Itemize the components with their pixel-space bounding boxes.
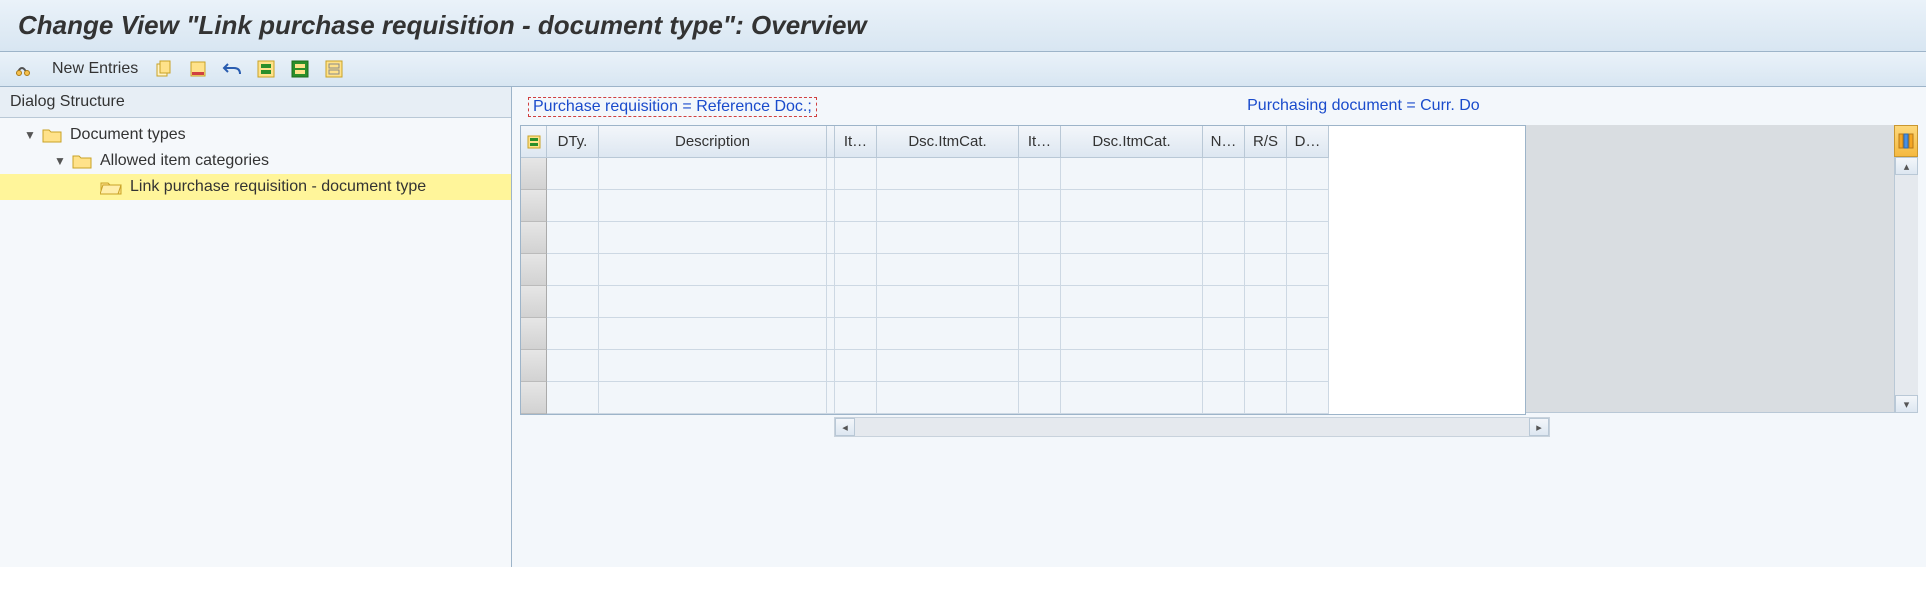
row-selector[interactable] — [521, 222, 547, 254]
change-icon[interactable] — [14, 58, 38, 80]
configure-columns-icon[interactable] — [1894, 125, 1918, 157]
sidebar: Dialog Structure ▼ Document types ▼ Allo… — [0, 87, 512, 567]
row-selector[interactable] — [521, 158, 547, 190]
tree-node-link-purchase-requisition[interactable]: Link purchase requisition - document typ… — [0, 174, 511, 200]
title-bar: Change View "Link purchase requisition -… — [0, 0, 1926, 52]
page-title: Change View "Link purchase requisition -… — [18, 10, 1908, 41]
col-rs[interactable]: R/S — [1245, 126, 1287, 158]
scroll-down-icon[interactable]: ▾ — [1895, 395, 1918, 413]
select-block-icon[interactable] — [288, 58, 312, 80]
row-selector[interactable] — [521, 190, 547, 222]
reference-doc-label: Purchase requisition = Reference Doc.; — [528, 97, 817, 117]
row-selector[interactable] — [521, 350, 547, 382]
delete-icon[interactable] — [186, 58, 210, 80]
col-description[interactable]: Description — [599, 126, 827, 158]
row-selector[interactable] — [521, 254, 547, 286]
col-dsc-itmcat-1[interactable]: Dsc.ItmCat. — [877, 126, 1019, 158]
scroll-left-icon[interactable]: ◂ — [835, 418, 855, 436]
grid-dead-space — [1526, 125, 1894, 413]
row-selector[interactable] — [521, 382, 547, 414]
table-row[interactable] — [521, 222, 1525, 254]
col-dsc-itmcat-2[interactable]: Dsc.ItmCat. — [1061, 126, 1203, 158]
new-entries-button[interactable]: New Entries — [48, 60, 142, 78]
folder-icon — [72, 153, 92, 169]
table-row[interactable] — [521, 254, 1525, 286]
col-d[interactable]: D… — [1287, 126, 1329, 158]
folder-icon — [42, 127, 62, 143]
vertical-scrollbar[interactable]: ▴ ▾ — [1894, 157, 1918, 413]
tree-label: Document types — [70, 126, 186, 144]
col-itmcat-2[interactable]: It… — [1019, 126, 1061, 158]
select-all-header-icon[interactable] — [521, 126, 547, 158]
content-area: Purchase requisition = Reference Doc.; P… — [512, 87, 1926, 567]
table-row[interactable] — [521, 350, 1525, 382]
grid-body — [521, 158, 1525, 414]
open-folder-icon — [100, 179, 122, 195]
grid-header-labels: Purchase requisition = Reference Doc.; P… — [520, 93, 1918, 125]
row-selector[interactable] — [521, 318, 547, 350]
sidebar-header: Dialog Structure — [0, 87, 511, 118]
col-itmcat-1[interactable]: It… — [835, 126, 877, 158]
scroll-track[interactable] — [1895, 175, 1918, 395]
toolbar: New Entries — [0, 52, 1926, 87]
scroll-up-icon[interactable]: ▴ — [1895, 157, 1918, 175]
undo-icon[interactable] — [220, 58, 244, 80]
table-row[interactable] — [521, 158, 1525, 190]
row-selector[interactable] — [521, 286, 547, 318]
copy-icon[interactable] — [152, 58, 176, 80]
select-all-icon[interactable] — [254, 58, 278, 80]
col-dty[interactable]: DTy. — [547, 126, 599, 158]
expander-icon[interactable]: ▼ — [24, 128, 38, 142]
tree-label: Allowed item categories — [100, 152, 269, 170]
horizontal-scrollbar[interactable]: ◂ ▸ — [834, 417, 1550, 437]
deselect-all-icon[interactable] — [322, 58, 346, 80]
expander-icon[interactable]: ▼ — [54, 154, 68, 168]
col-n[interactable]: N… — [1203, 126, 1245, 158]
main-area: Dialog Structure ▼ Document types ▼ Allo… — [0, 87, 1926, 567]
scroll-right-icon[interactable]: ▸ — [1529, 418, 1549, 436]
tree-label: Link purchase requisition - document typ… — [130, 178, 426, 196]
tree-node-allowed-item-categories[interactable]: ▼ Allowed item categories — [0, 148, 511, 174]
table-row[interactable] — [521, 318, 1525, 350]
table-row[interactable] — [521, 286, 1525, 318]
tree-node-document-types[interactable]: ▼ Document types — [0, 122, 511, 148]
table-row[interactable] — [521, 190, 1525, 222]
current-doc-label: Purchasing document = Curr. Do — [817, 97, 1910, 117]
table-row[interactable] — [521, 382, 1525, 414]
data-grid[interactable]: DTy. Description It… Dsc.ItmCat. It… Dsc… — [520, 125, 1526, 415]
grid-header-row: DTy. Description It… Dsc.ItmCat. It… Dsc… — [521, 126, 1525, 158]
tree: ▼ Document types ▼ Allowed item categori… — [0, 118, 511, 200]
grid-gap — [827, 126, 835, 158]
